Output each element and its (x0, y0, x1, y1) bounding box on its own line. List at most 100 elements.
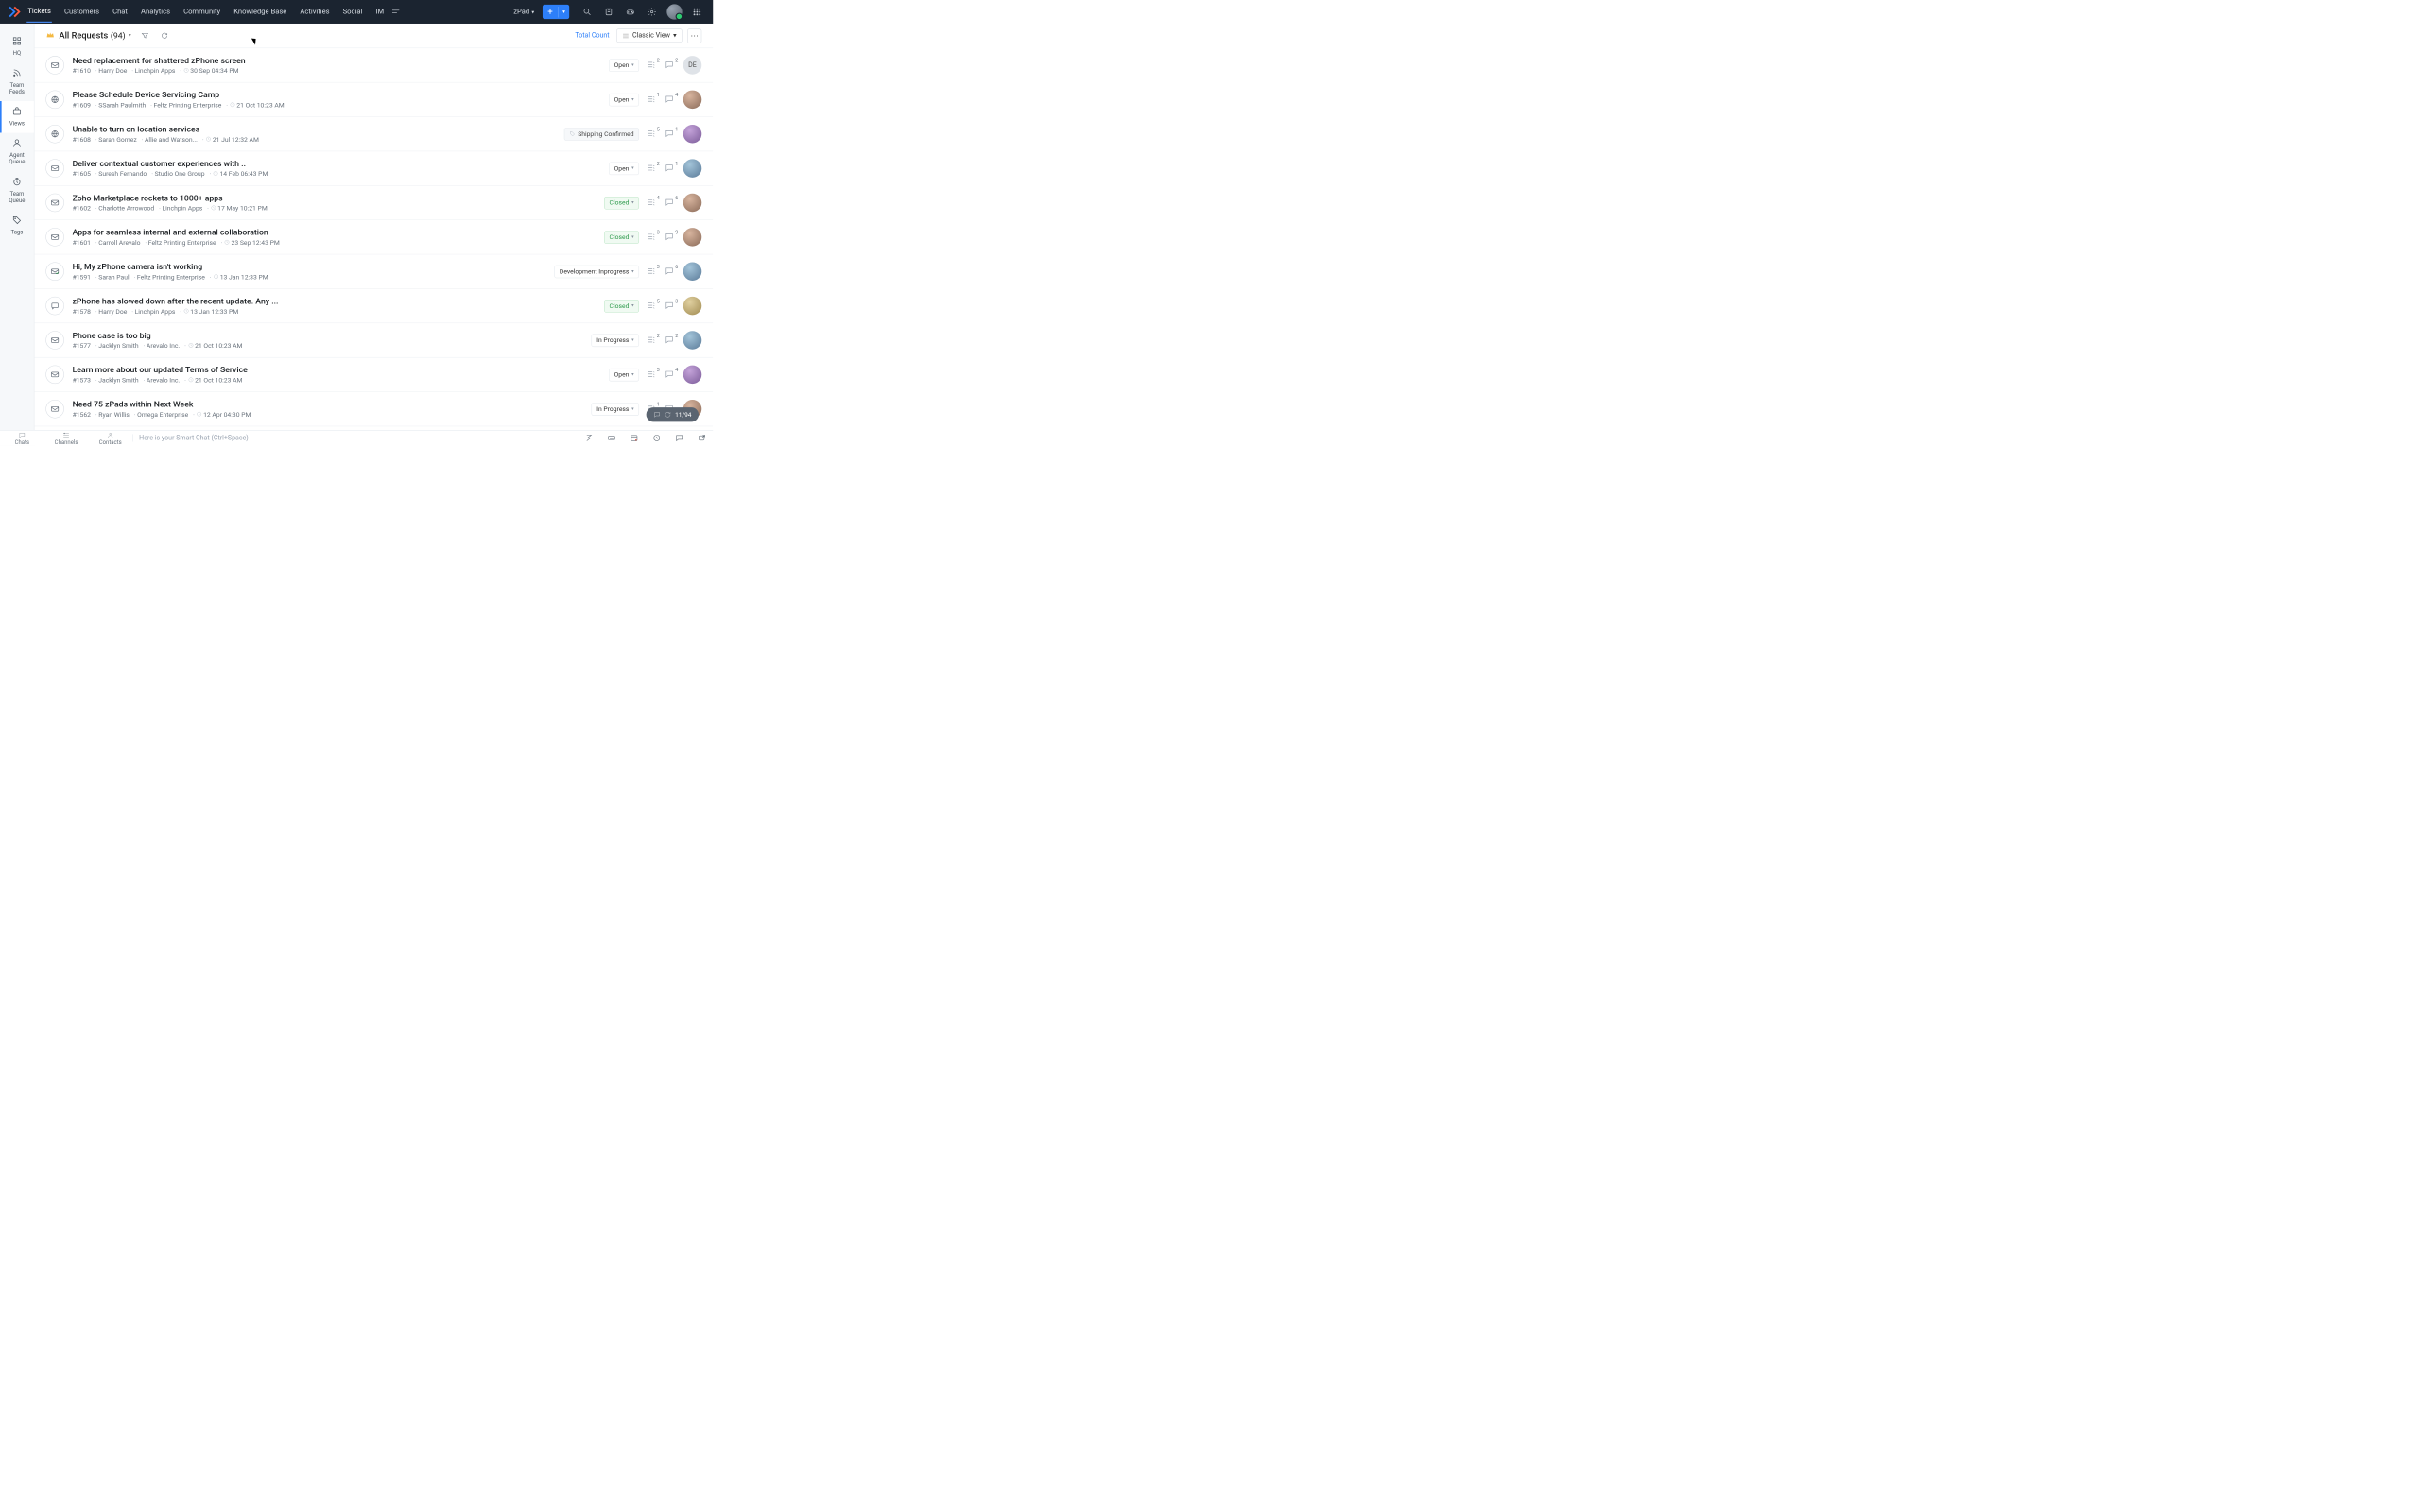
ticket-row[interactable]: Deliver contextual customer experiences … (34, 151, 713, 185)
calendar-dot-icon[interactable] (623, 434, 646, 442)
threads-count[interactable]: 4 (665, 369, 676, 380)
status-picker[interactable]: Open▾ (609, 162, 639, 175)
assignee-avatar[interactable] (683, 125, 702, 144)
keyboard-icon[interactable] (600, 434, 623, 442)
ticket-row[interactable]: Hi, My zPhone camera isn't working#1591S… (34, 254, 713, 288)
nav-link-community[interactable]: Community (182, 2, 221, 23)
search-icon[interactable] (579, 4, 595, 19)
tasks-count[interactable]: 5 (647, 129, 658, 139)
user-avatar[interactable] (666, 4, 682, 19)
ticket-subject[interactable]: Please Schedule Device Servicing Camp (73, 90, 601, 99)
ticket-subject[interactable]: Unable to turn on location services (73, 124, 556, 133)
tasks-count[interactable]: 3 (647, 232, 658, 242)
assignee-avatar[interactable] (683, 194, 702, 213)
status-picker[interactable]: Closed▾ (604, 231, 639, 244)
ticket-row[interactable]: Phone case is too big#1577Jacklyn SmithA… (34, 323, 713, 357)
threads-count[interactable]: 2 (665, 60, 676, 71)
clock-icon[interactable] (646, 434, 668, 442)
ticket-subject[interactable]: Need replacement for shattered zPhone sc… (73, 56, 601, 65)
sidebar-item-tags[interactable]: Tags (0, 210, 34, 242)
ticket-subject[interactable]: Deliver contextual customer experiences … (73, 159, 601, 168)
filter-icon[interactable] (139, 30, 150, 42)
sidebar-item-views[interactable]: Views (0, 101, 34, 133)
ticket-subject[interactable]: Learn more about our updated Terms of Se… (73, 365, 601, 374)
zia-icon[interactable] (578, 434, 600, 442)
nav-link-activities[interactable]: Activities (299, 2, 330, 23)
threads-count[interactable]: 1 (665, 129, 676, 139)
nav-link-analytics[interactable]: Analytics (140, 2, 171, 23)
ticket-subject[interactable]: Phone case is too big (73, 331, 583, 340)
total-count-link[interactable]: Total Count (575, 32, 609, 40)
ticket-row[interactable]: zPhone has slowed down after the recent … (34, 289, 713, 323)
ticket-row[interactable]: Zoho Marketplace rockets to 1000+ apps#1… (34, 186, 713, 220)
tasks-count[interactable]: 4 (647, 198, 658, 208)
ticket-row[interactable]: Please Schedule Device Servicing Camp#16… (34, 82, 713, 116)
footer-tab-contacts[interactable]: Contacts (88, 430, 132, 445)
status-picker[interactable]: In Progress▾ (592, 334, 639, 347)
status-picker[interactable]: Closed▾ (604, 197, 639, 210)
ticket-row[interactable]: Learn more about our updated Terms of Se… (34, 357, 713, 391)
chevron-down-icon[interactable]: ▾ (129, 33, 131, 39)
sidebar-item-agent-queue[interactable]: AgentQueue (0, 133, 34, 172)
nav-link-chat[interactable]: Chat (112, 2, 129, 23)
view-title[interactable]: All Requests (59, 30, 108, 41)
footer-tab-chats[interactable]: Chats (0, 430, 44, 445)
footer-tab-channels[interactable]: Channels (44, 430, 89, 445)
ticket-row[interactable]: Unable to turn on location services#1608… (34, 117, 713, 151)
ticket-subject[interactable]: Need 75 zPads within Next Week (73, 399, 583, 408)
status-picker[interactable]: Open▾ (609, 369, 639, 382)
refresh-icon[interactable] (159, 30, 170, 42)
assignee-avatar[interactable] (683, 228, 702, 247)
sidebar-item-team-feeds[interactable]: TeamFeeds (0, 62, 34, 101)
popout-icon[interactable] (690, 434, 713, 442)
nav-link-customers[interactable]: Customers (63, 2, 100, 23)
threads-count[interactable]: 6 (665, 198, 676, 208)
tasks-count[interactable]: 3 (647, 369, 658, 380)
app-logo[interactable] (8, 5, 22, 19)
gamification-icon[interactable] (623, 4, 638, 19)
more-actions-button[interactable]: ⋯ (687, 28, 701, 43)
smart-chat-input[interactable]: Here is your Smart Chat (Ctrl+Space) (132, 434, 578, 441)
tasks-count[interactable]: 2 (647, 335, 658, 346)
workspace-switcher[interactable]: zPad▾ (513, 8, 534, 16)
nav-link-tickets[interactable]: Tickets (26, 1, 52, 23)
nav-more-icon[interactable] (388, 4, 403, 19)
nav-link-im[interactable]: IM (374, 2, 385, 23)
threads-count[interactable]: 6 (665, 266, 676, 277)
threads-count[interactable]: 3 (665, 301, 676, 311)
assignee-avatar[interactable] (683, 297, 702, 316)
assignee-avatar[interactable] (683, 331, 702, 350)
threads-count[interactable]: 4 (665, 94, 676, 105)
tag-chip[interactable]: Shipping Confirmed (564, 128, 640, 141)
notifications-icon[interactable] (601, 4, 616, 19)
tasks-count[interactable]: 1 (647, 94, 658, 105)
assignee-avatar[interactable] (683, 91, 702, 110)
chevron-down-icon[interactable]: ▾ (559, 9, 569, 15)
ticket-subject[interactable]: Zoho Marketplace rockets to 1000+ apps (73, 193, 596, 202)
assignee-avatar[interactable] (683, 159, 702, 178)
status-picker[interactable]: Development Inprogress▾ (554, 265, 639, 278)
ticket-subject[interactable]: Hi, My zPhone camera isn't working (73, 262, 546, 271)
status-picker[interactable]: Closed▾ (604, 300, 639, 313)
ticket-row[interactable]: Apps for seamless internal and external … (34, 220, 713, 254)
settings-icon[interactable] (644, 4, 659, 19)
nav-link-knowledge-base[interactable]: Knowledge Base (233, 2, 287, 23)
ticket-row[interactable]: Need replacement for shattered zPhone sc… (34, 48, 713, 82)
status-picker[interactable]: Open▾ (609, 94, 639, 107)
status-picker[interactable]: In Progress▾ (592, 403, 639, 416)
app-launcher-icon[interactable] (689, 4, 704, 19)
status-picker[interactable]: Open▾ (609, 59, 639, 72)
tasks-count[interactable]: 2 (647, 163, 658, 174)
threads-count[interactable]: 1 (665, 163, 676, 174)
tasks-count[interactable]: 2 (647, 60, 658, 71)
tasks-count[interactable]: 5 (647, 301, 658, 311)
ticket-subject[interactable]: zPhone has slowed down after the recent … (73, 296, 596, 305)
assignee-avatar[interactable] (683, 262, 702, 281)
view-mode-switcher[interactable]: Classic View ▾ (616, 28, 682, 43)
ticket-subject[interactable]: Apps for seamless internal and external … (73, 228, 596, 237)
assignee-avatar[interactable] (683, 366, 702, 385)
ticket-row[interactable]: Need 75 zPads within Next Week#1562Ryan … (34, 392, 713, 426)
threads-count[interactable]: 2 (665, 335, 676, 346)
sidebar-item-team-queue[interactable]: TeamQueue (0, 171, 34, 210)
nav-link-social[interactable]: Social (342, 2, 364, 23)
